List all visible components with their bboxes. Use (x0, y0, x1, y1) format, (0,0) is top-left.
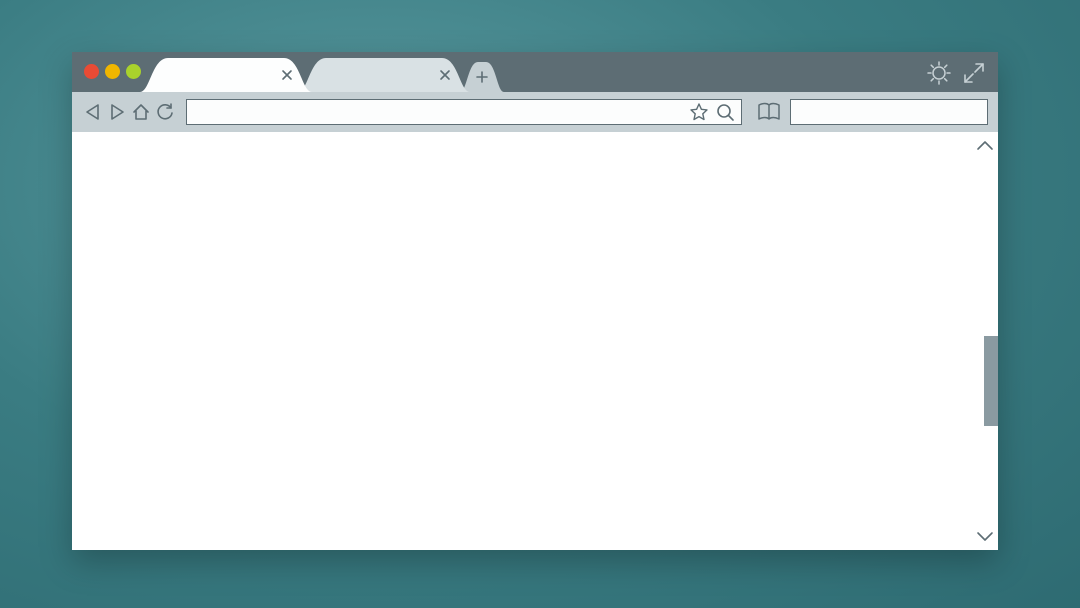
reload-icon[interactable] (154, 101, 176, 123)
sun-icon[interactable] (926, 60, 952, 86)
tab-1[interactable] (140, 58, 312, 92)
home-icon[interactable] (130, 101, 152, 123)
address-bar[interactable] (186, 99, 742, 125)
nav-buttons (82, 101, 176, 123)
browser-window (72, 52, 998, 550)
search-icon[interactable] (715, 102, 735, 122)
tab-2[interactable] (298, 58, 470, 92)
toolbar (72, 92, 998, 132)
zoom-window-button[interactable] (126, 64, 141, 79)
close-tab-icon[interactable] (438, 68, 452, 82)
viewport (72, 132, 998, 550)
close-tab-icon[interactable] (280, 68, 294, 82)
tab-strip (140, 52, 504, 92)
scroll-up-icon[interactable] (975, 138, 995, 152)
titlebar-right-controls (926, 60, 986, 86)
plus-icon (475, 70, 489, 84)
traffic-lights (84, 64, 141, 79)
minimize-window-button[interactable] (105, 64, 120, 79)
star-icon[interactable] (689, 102, 709, 122)
search-box[interactable] (790, 99, 988, 125)
close-window-button[interactable] (84, 64, 99, 79)
vertical-scrollbar[interactable] (972, 132, 998, 550)
forward-icon[interactable] (106, 101, 128, 123)
titlebar (72, 52, 998, 92)
reader-icon[interactable] (756, 101, 782, 123)
scroll-down-icon[interactable] (975, 530, 995, 544)
back-icon[interactable] (82, 101, 104, 123)
expand-icon[interactable] (962, 61, 986, 85)
scroll-thumb[interactable] (984, 336, 998, 426)
